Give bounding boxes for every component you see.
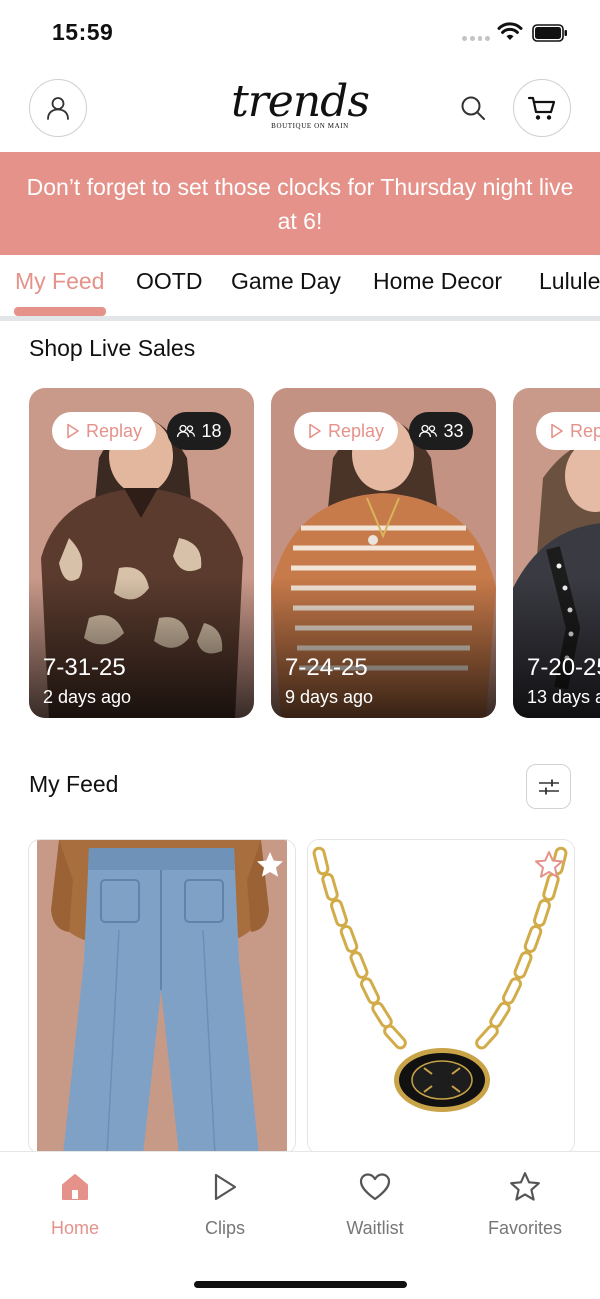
cellular-signal-icon <box>462 36 490 42</box>
viewer-count: 33 <box>443 420 464 441</box>
feed-title: My Feed <box>29 771 119 797</box>
product-image <box>37 840 287 1153</box>
bottom-tab-bar: Home Clips Waitlist Favorites <box>0 1151 600 1299</box>
product-image <box>308 840 574 1153</box>
category-tabs: My Feed OOTD Game Day Home Decor Lululem… <box>0 255 600 321</box>
replay-badge[interactable]: Replay <box>294 412 398 450</box>
live-sale-card[interactable]: Replay 18 7-31-25 2 days ago <box>29 388 254 718</box>
status-bar: 15:59 <box>0 0 600 66</box>
replay-label: Replay <box>86 420 143 441</box>
cart-button[interactable] <box>513 79 571 137</box>
replay-badge[interactable]: Replay <box>52 412 156 450</box>
nav-waitlist-label: Waitlist <box>346 1218 404 1238</box>
play-icon <box>214 1173 237 1201</box>
search-button[interactable] <box>455 90 491 126</box>
play-icon <box>67 423 79 439</box>
star-filled-icon <box>257 852 283 877</box>
nav-favorites-label: Favorites <box>487 1218 563 1238</box>
viewer-count-badge: 18 <box>167 412 231 450</box>
live-sale-date: 7-31-25 <box>43 654 126 681</box>
play-icon <box>551 423 563 439</box>
nav-favorites[interactable]: Favorites <box>450 1170 600 1239</box>
viewers-icon <box>419 424 438 438</box>
tab-lululemon[interactable]: Lululemon <box>539 268 600 295</box>
filter-button[interactable] <box>526 764 571 809</box>
logo-wordmark: trends <box>231 76 370 127</box>
home-indicator[interactable] <box>194 1281 407 1288</box>
live-sale-card[interactable]: Replay 7-20-25 13 days ago <box>513 388 600 718</box>
nav-clips[interactable]: Clips <box>150 1170 300 1239</box>
tab-my-feed[interactable]: My Feed <box>15 268 104 295</box>
tab-ootd[interactable]: OOTD <box>136 268 202 295</box>
play-icon <box>309 423 321 439</box>
live-sale-age: 13 days ago <box>527 687 600 707</box>
tab-game-day[interactable]: Game Day <box>231 268 341 295</box>
announcement-banner[interactable]: Don’t forget to set those clocks for Thu… <box>0 152 600 255</box>
live-sales-carousel[interactable]: Replay 18 7-31-25 2 days ago Replay 33 7… <box>0 388 600 718</box>
search-icon <box>461 96 485 120</box>
live-sale-card[interactable]: Replay 33 7-24-25 9 days ago <box>271 388 496 718</box>
live-sales-title: Shop Live Sales <box>29 335 196 361</box>
battery-icon <box>532 24 567 42</box>
heart-icon <box>359 1173 391 1201</box>
live-sale-age: 9 days ago <box>285 687 374 707</box>
tab-home-decor[interactable]: Home Decor <box>373 268 502 295</box>
nav-waitlist[interactable]: Waitlist <box>300 1170 450 1239</box>
nav-home-label: Home <box>50 1218 99 1238</box>
brand-logo[interactable]: trends BOUTIQUE ON MAIN <box>230 80 370 140</box>
cart-icon <box>527 96 556 120</box>
viewers-icon <box>177 424 196 438</box>
star-icon <box>510 1172 540 1201</box>
nav-home[interactable]: Home <box>0 1170 150 1239</box>
replay-label: Replay <box>570 420 600 441</box>
favorite-toggle[interactable] <box>534 850 564 885</box>
favorite-toggle[interactable] <box>255 850 285 885</box>
nav-clips-label: Clips <box>204 1218 245 1238</box>
announcement-text: Don’t forget to set those clocks for Thu… <box>26 173 574 234</box>
wifi-icon <box>497 22 523 40</box>
sliders-icon <box>538 779 559 794</box>
live-sale-date: 7-20-25 <box>527 654 600 681</box>
live-sale-age: 2 days ago <box>43 687 132 707</box>
user-icon <box>47 97 69 120</box>
replay-label: Replay <box>328 420 385 441</box>
active-tab-indicator <box>14 307 106 316</box>
star-outline-icon <box>535 851 563 878</box>
account-button[interactable] <box>29 79 87 137</box>
home-icon <box>62 1174 88 1200</box>
replay-badge[interactable]: Replay <box>536 412 600 450</box>
app-header: trends BOUTIQUE ON MAIN <box>0 66 600 152</box>
live-sale-date: 7-24-25 <box>285 654 368 681</box>
product-card-jeans[interactable] <box>28 839 296 1154</box>
viewer-count: 18 <box>201 420 222 441</box>
viewer-count-badge: 33 <box>409 412 473 450</box>
status-time: 15:59 <box>52 19 114 45</box>
product-card-necklace[interactable] <box>307 839 575 1154</box>
